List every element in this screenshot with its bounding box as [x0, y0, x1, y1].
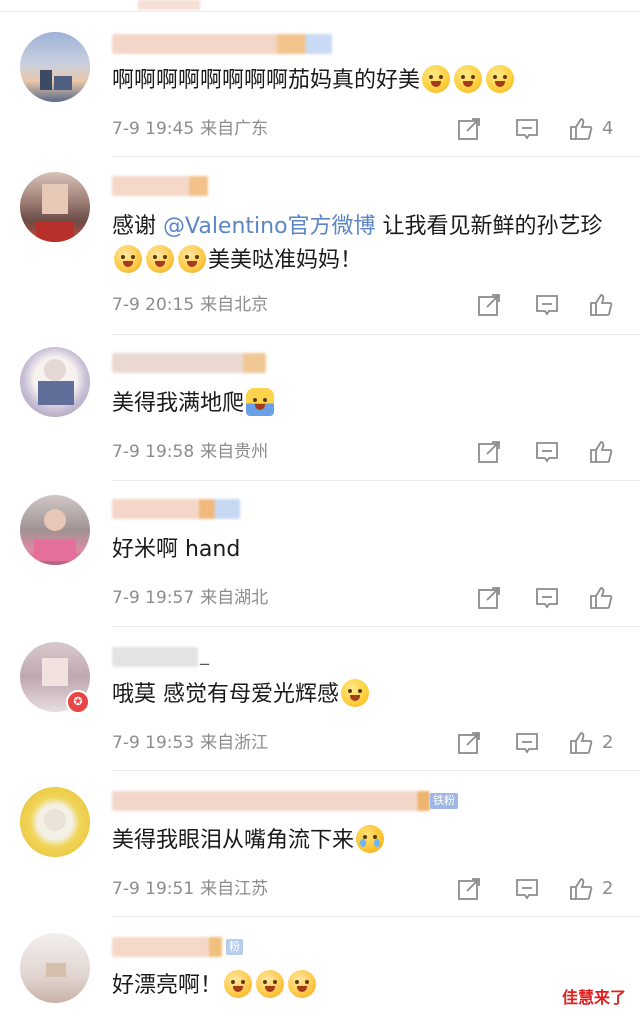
heart-smile-icon	[256, 970, 285, 998]
share-icon[interactable]	[476, 439, 502, 465]
crawling-figure-icon	[246, 388, 275, 416]
comment-actions: 4	[456, 116, 626, 142]
username-blurred[interactable]	[112, 34, 332, 54]
timestamp: 7-9 20:15	[112, 295, 195, 315]
avatar[interactable]	[20, 787, 90, 857]
timestamp: 7-9 19:53	[112, 733, 195, 753]
like-icon[interactable]	[588, 585, 614, 611]
location: 来自贵州	[200, 442, 269, 462]
like-icon[interactable]	[568, 116, 594, 142]
comment-item: 粉 好漂亮啊！	[0, 917, 640, 1018]
comment-text: 感谢 @Valentino官方微博 让我看见新鲜的孙艺珍美美哒准妈妈！	[112, 214, 603, 273]
like-count: 2	[602, 732, 614, 753]
heart-smile-icon	[114, 245, 142, 273]
username-blurred[interactable]	[112, 937, 222, 957]
heart-smile-icon	[146, 245, 174, 273]
comment-meta: 7-9 19:45 来自广东	[112, 118, 268, 140]
comment-text: 美得我眼泪从嘴角流下来	[112, 824, 616, 858]
share-icon[interactable]	[476, 585, 502, 611]
comment-meta: 7-9 19:58 来自贵州	[112, 441, 268, 463]
username-suffix: _	[200, 645, 209, 666]
comment-meta: 7-9 19:57 来自湖北	[112, 587, 268, 609]
crying-face-icon	[356, 825, 385, 853]
username-blurred[interactable]	[112, 791, 430, 811]
like-icon[interactable]	[588, 292, 614, 318]
comment-icon[interactable]	[534, 292, 560, 318]
comment-item: 好米啊 hand 7-9 19:57 来自湖北	[0, 481, 640, 627]
comment-actions: 2	[456, 730, 626, 756]
comment-actions	[476, 585, 626, 611]
avatar[interactable]	[20, 495, 90, 565]
comment-meta: 7-9 19:51 来自江苏	[112, 878, 268, 900]
share-icon[interactable]	[456, 876, 482, 902]
heart-smile-icon	[288, 970, 317, 998]
comment-item: 铁粉 美得我眼泪从嘴角流下来 7-9 19:51 来自江苏 2	[0, 771, 640, 917]
username-blurred[interactable]	[112, 499, 240, 519]
like-icon[interactable]	[568, 730, 594, 756]
location: 来自北京	[200, 295, 269, 315]
comment-item: ✪ _ 哦莫 感觉有母爱光辉感 7-9 19:53 来自浙江 2	[0, 627, 640, 771]
timestamp: 7-9 19:51	[112, 879, 195, 899]
timestamp: 7-9 19:58	[112, 442, 195, 462]
grin-sweat-icon	[422, 65, 451, 93]
username-blurred[interactable]	[112, 647, 198, 667]
username-blurred[interactable]	[112, 353, 266, 373]
comment-text: 美得我满地爬	[112, 387, 616, 421]
avatar[interactable]	[20, 347, 90, 417]
comment-actions	[476, 292, 626, 318]
like-count: 2	[602, 878, 614, 899]
watermark: 佳慧来了	[557, 982, 630, 1010]
blurred-username	[138, 0, 200, 10]
location: 来自江苏	[200, 879, 269, 899]
grin-sweat-icon	[486, 65, 515, 93]
comment-icon[interactable]	[514, 730, 540, 756]
comment-icon[interactable]	[514, 116, 540, 142]
fan-badge: 粉	[226, 939, 243, 955]
comment-text: 啊啊啊啊啊啊啊啊茄妈真的好美	[112, 64, 616, 98]
location: 来自广东	[200, 119, 269, 139]
location: 来自湖北	[200, 588, 269, 608]
mention-link[interactable]: @Valentino官方微博	[163, 214, 376, 239]
comment-item: 啊啊啊啊啊啊啊啊茄妈真的好美 7-9 19:45 来自广东 4	[0, 12, 640, 157]
like-count: 4	[602, 118, 614, 139]
heart-smile-icon	[224, 970, 253, 998]
avatar[interactable]	[20, 933, 90, 1003]
comment-icon[interactable]	[514, 876, 540, 902]
fan-badge: 铁粉	[430, 793, 458, 809]
comment-meta: 7-9 20:15 来自北京	[112, 294, 268, 316]
comment-text: 好漂亮啊！	[112, 969, 616, 1003]
share-icon[interactable]	[456, 730, 482, 756]
like-icon[interactable]	[588, 439, 614, 465]
shocked-face-icon	[341, 679, 369, 707]
grin-sweat-icon	[454, 65, 483, 93]
share-icon[interactable]	[456, 116, 482, 142]
previous-comment-fragment	[0, 0, 640, 12]
like-icon[interactable]	[568, 876, 594, 902]
username-blurred[interactable]	[112, 176, 208, 196]
comment-icon[interactable]	[534, 585, 560, 611]
avatar[interactable]	[20, 32, 90, 102]
timestamp: 7-9 19:57	[112, 588, 195, 608]
verified-badge-icon: ✪	[66, 690, 90, 714]
heart-smile-icon	[178, 245, 206, 273]
timestamp: 7-9 19:45	[112, 119, 195, 139]
comment-actions	[476, 439, 626, 465]
comment-meta: 7-9 19:53 来自浙江	[112, 732, 268, 754]
avatar[interactable]	[20, 172, 90, 242]
comment-text: 哦莫 感觉有母爱光辉感	[112, 678, 616, 712]
comment-text: 好米啊 hand	[112, 537, 241, 562]
location: 来自浙江	[200, 733, 269, 753]
comment-actions: 2	[456, 876, 626, 902]
comment-icon[interactable]	[534, 439, 560, 465]
comment-item: 美得我满地爬 7-9 19:58 来自贵州	[0, 335, 640, 481]
share-icon[interactable]	[476, 292, 502, 318]
comment-item: 感谢 @Valentino官方微博 让我看见新鲜的孙艺珍美美哒准妈妈！ 7-9 …	[0, 157, 640, 335]
